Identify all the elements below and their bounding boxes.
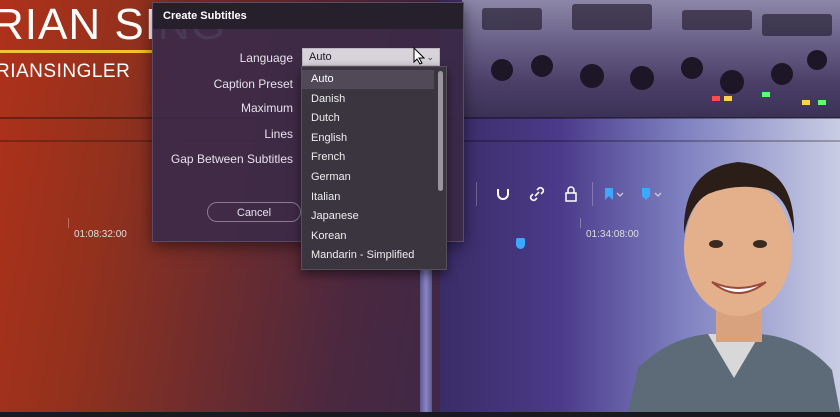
language-dropdown-list: Auto Danish Dutch English French German Italia…: [301, 66, 447, 270]
maximum-label: Maximum: [240, 101, 293, 115]
lines-label: Lines: [264, 127, 293, 141]
caption-preset-label: Caption Preset: [213, 77, 293, 91]
language-select-value: Auto: [309, 51, 332, 63]
language-option[interactable]: Dutch: [302, 109, 434, 128]
dialog-title: Create Subtitles: [153, 3, 463, 29]
timecode-left: 01:08:32:00: [74, 229, 127, 240]
toolbar-separator: [476, 182, 477, 206]
ruler-tick: [580, 218, 581, 228]
language-label: Language: [239, 51, 293, 65]
mouse-cursor-icon: [413, 46, 426, 70]
chevron-down-icon: ⌄: [426, 52, 434, 62]
ruler-tick: [68, 218, 69, 228]
dropdown-scrollbar[interactable]: [438, 71, 443, 191]
gap-between-subtitles-label: Gap Between Subtitles: [170, 152, 293, 166]
language-option[interactable]: Danish: [302, 90, 434, 109]
playhead-marker[interactable]: [516, 238, 525, 249]
link-icon[interactable]: [524, 180, 550, 208]
flag-icon[interactable]: [600, 180, 626, 208]
banner-handle: RIANSINGLER: [0, 61, 131, 82]
language-option[interactable]: Japanese: [302, 207, 434, 226]
language-option[interactable]: Italian: [302, 188, 434, 207]
banner-underline: [0, 50, 152, 53]
language-option[interactable]: French: [302, 148, 434, 167]
magnet-icon[interactable]: [490, 180, 516, 208]
language-option[interactable]: Korean: [302, 227, 434, 246]
mixing-console-photo: [462, 0, 840, 118]
language-option[interactable]: German: [302, 168, 434, 187]
language-option[interactable]: Mandarin - Simplified: [302, 246, 434, 265]
language-option[interactable]: English: [302, 129, 434, 148]
presenter-photo: [628, 138, 840, 412]
timeline-clip[interactable]: [420, 258, 432, 412]
language-option[interactable]: Auto: [302, 70, 434, 89]
lock-icon[interactable]: [558, 180, 584, 208]
toolbar-separator: [592, 182, 593, 206]
cancel-button[interactable]: Cancel: [207, 202, 301, 222]
